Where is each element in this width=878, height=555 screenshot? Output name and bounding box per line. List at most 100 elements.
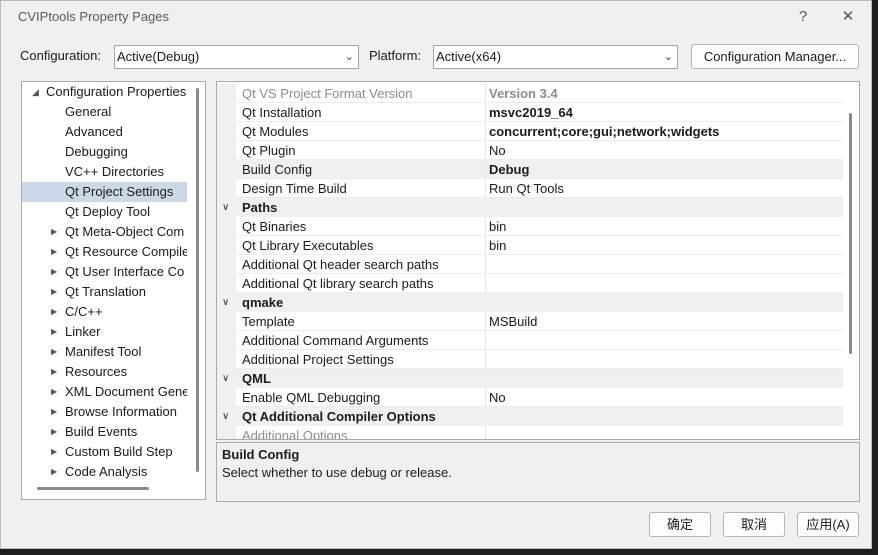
configuration-select[interactable]: Active(Debug) ⌄ (114, 45, 359, 69)
tree-item[interactable]: Advanced (22, 122, 187, 142)
grid-property-row[interactable]: Enable QML Debugging No (217, 388, 843, 407)
row-gutter (217, 217, 236, 236)
property-grid[interactable]: Qt VS Project Format Version Version 3.4 Q… (216, 81, 860, 440)
triangle-right-icon[interactable]: ▶ (51, 322, 57, 342)
tree-item[interactable]: VC++ Directories (22, 162, 187, 182)
tree-item[interactable]: ▶ Browse Information (22, 402, 187, 422)
apply-button[interactable]: 应用(A) (797, 512, 859, 537)
triangle-right-icon[interactable]: ▶ (51, 282, 57, 302)
tree-item[interactable]: ▶ Qt Meta-Object Com (22, 222, 187, 242)
triangle-right-icon[interactable]: ▶ (51, 362, 57, 382)
triangle-right-icon[interactable]: ▶ (51, 462, 57, 482)
cancel-button[interactable]: 取消 (723, 512, 785, 537)
triangle-right-icon[interactable]: ▶ (51, 262, 57, 282)
property-value[interactable]: msvc2019_64 (489, 103, 573, 122)
grid-property-row[interactable]: Qt Binaries bin (217, 217, 843, 236)
grid-property-row[interactable]: Qt Library Executables bin (217, 236, 843, 255)
grid-category-row[interactable]: ∨ qmake (217, 293, 843, 312)
grid-property-row[interactable]: Additional Command Arguments (217, 331, 843, 350)
grid-property-row[interactable]: Additional Qt library search paths (217, 274, 843, 293)
triangle-right-icon[interactable]: ▶ (51, 402, 57, 422)
help-icon[interactable]: ? (790, 5, 816, 29)
property-value[interactable]: Version 3.4 (489, 84, 558, 103)
configuration-manager-button[interactable]: Configuration Manager... (691, 44, 859, 69)
property-name: Additional Project Settings (242, 352, 394, 367)
triangle-right-icon[interactable]: ▶ (51, 242, 57, 262)
chevron-down-icon[interactable]: ∨ (222, 369, 229, 388)
chevron-down-icon[interactable]: ∨ (222, 198, 229, 217)
tree-item[interactable]: ▶ Resources (22, 362, 187, 382)
title-bar[interactable]: CVIPtools Property Pages ? ✕ (1, 1, 871, 33)
tree-item[interactable]: ▶ Build Events (22, 422, 187, 442)
chevron-down-icon[interactable]: ∨ (222, 293, 229, 312)
grid-property-row[interactable]: Additional Project Settings (217, 350, 843, 369)
column-divider (485, 160, 486, 179)
property-name: Enable QML Debugging (242, 390, 381, 405)
tree-root[interactable]: ◢ Configuration Properties (22, 82, 187, 102)
row-gutter (217, 103, 236, 122)
property-value[interactable]: MSBuild (489, 312, 537, 331)
tree-item-label: Qt User Interface Co (65, 264, 185, 279)
property-value[interactable]: bin (489, 217, 506, 236)
tree-item[interactable]: ▶ Qt Resource Compile (22, 242, 187, 262)
grid-vertical-scrollbar[interactable] (849, 113, 852, 354)
platform-select[interactable]: Active(x64) ⌄ (433, 45, 678, 69)
grid-property-row[interactable]: Additional Qt header search paths (217, 255, 843, 274)
tree-item[interactable]: ▶ Code Analysis (22, 462, 187, 482)
property-tree[interactable]: ◢ Configuration Properties General Advanc… (21, 81, 206, 500)
triangle-down-icon[interactable]: ◢ (32, 82, 39, 102)
tree-item[interactable]: ▶ C/C++ (22, 302, 187, 322)
triangle-right-icon[interactable]: ▶ (51, 302, 57, 322)
property-name: Qt Installation (242, 105, 322, 120)
tree-item[interactable]: ▶ Custom Build Step (22, 442, 187, 462)
triangle-right-icon[interactable]: ▶ (51, 422, 57, 442)
grid-property-row[interactable]: Template MSBuild (217, 312, 843, 331)
column-divider (485, 141, 486, 160)
close-icon[interactable]: ✕ (835, 5, 861, 29)
tree-item-label: Qt Deploy Tool (65, 204, 151, 219)
grid-property-row[interactable]: Qt VS Project Format Version Version 3.4 (217, 84, 843, 103)
grid-property-row[interactable]: Qt Plugin No (217, 141, 843, 160)
property-name: Qt Modules (242, 124, 309, 139)
property-value[interactable]: Debug (489, 160, 529, 179)
property-value[interactable]: concurrent;core;gui;network;widgets (489, 122, 719, 141)
grid-category-row[interactable]: ∨ Qt Additional Compiler Options (217, 407, 843, 426)
grid-property-row[interactable]: Additional Options (217, 426, 843, 439)
triangle-right-icon[interactable]: ▶ (51, 222, 57, 242)
ok-button[interactable]: 确定 (649, 512, 711, 537)
tree-item[interactable]: Debugging (22, 142, 187, 162)
triangle-right-icon[interactable]: ▶ (51, 442, 57, 462)
property-value[interactable]: Run Qt Tools (489, 179, 564, 198)
property-value[interactable]: bin (489, 236, 506, 255)
tree-item-label: Qt Meta-Object Com (65, 224, 185, 239)
grid-property-row[interactable]: Qt Installation msvc2019_64 (217, 103, 843, 122)
tree-item[interactable]: Qt Project Settings (22, 182, 187, 202)
property-value[interactable]: No (489, 141, 506, 160)
chevron-down-icon[interactable]: ∨ (222, 407, 229, 426)
triangle-right-icon[interactable]: ▶ (51, 382, 57, 402)
tree-item-label: Resources (65, 364, 128, 379)
tree-item[interactable]: General (22, 102, 187, 122)
grid-property-row[interactable]: Design Time Build Run Qt Tools (217, 179, 843, 198)
tree-root-label: Configuration Properties (46, 84, 187, 99)
grid-category-row[interactable]: ∨ Paths (217, 198, 843, 217)
tree-item[interactable]: ▶ Qt Translation (22, 282, 187, 302)
tree-item[interactable]: Qt Deploy Tool (22, 202, 187, 222)
tree-item-label: Browse Information (65, 404, 177, 419)
grid-property-row[interactable]: Build Config Debug (217, 160, 843, 179)
tree-item[interactable]: ▶ Qt User Interface Co (22, 262, 187, 282)
triangle-right-icon[interactable]: ▶ (51, 342, 57, 362)
property-value[interactable]: No (489, 388, 506, 407)
column-divider (485, 236, 486, 255)
tree-item[interactable]: ▶ XML Document Gene (22, 382, 187, 402)
row-gutter (217, 160, 236, 179)
tree-item[interactable]: ▶ Manifest Tool (22, 342, 187, 362)
description-panel: Build Config Select whether to use debug… (216, 442, 860, 502)
tree-vertical-scrollbar[interactable] (196, 88, 199, 472)
grid-property-row[interactable]: Qt Modules concurrent;core;gui;network;wi… (217, 122, 843, 141)
column-divider (485, 350, 486, 369)
row-gutter (217, 426, 236, 439)
tree-horizontal-scrollbar[interactable] (37, 487, 149, 490)
grid-category-row[interactable]: ∨ QML (217, 369, 843, 388)
tree-item[interactable]: ▶ Linker (22, 322, 187, 342)
